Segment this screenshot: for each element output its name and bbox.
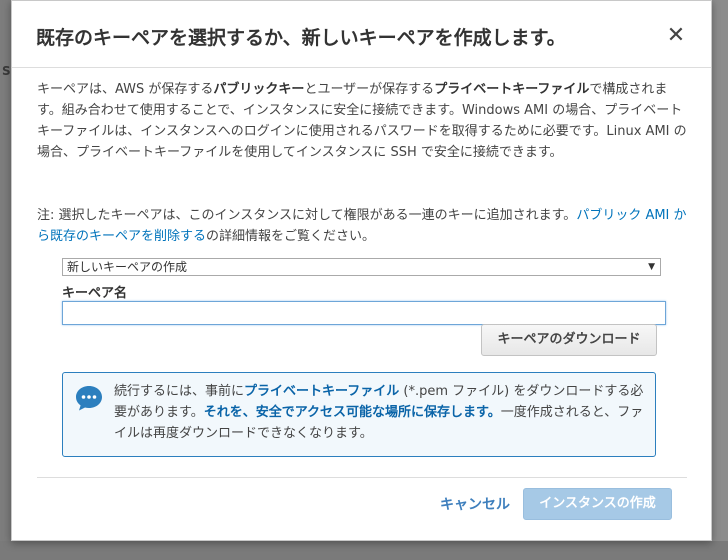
info-bold: プライベートキーファイル	[244, 384, 400, 399]
cancel-button[interactable]: キャンセル	[440, 494, 510, 514]
description-text: キーペアは、AWS が保存するパブリックキーとユーザーが保存するプライベートキー…	[37, 79, 687, 163]
footer-divider	[37, 477, 687, 478]
header-divider	[12, 67, 711, 68]
close-icon[interactable]: ✕	[663, 23, 689, 49]
chat-bubble-icon	[76, 386, 102, 411]
note-suffix: の詳細情報をご覧ください。	[206, 229, 376, 244]
info-part: 続行するには、事前に	[114, 384, 245, 399]
background-strip	[712, 0, 728, 560]
key-pair-modal: 既存のキーペアを選択するか、新しいキーペアを作成します。 ✕ キーペアは、AWS…	[11, 0, 712, 541]
description-part: キーペアは、AWS が保存する	[37, 82, 214, 97]
description-bold: プライベートキーファイル	[434, 82, 590, 97]
info-box: 続行するには、事前にプライベートキーファイル (*.pem ファイル) をダウン…	[62, 372, 656, 457]
key-name-label: キーペア名	[62, 286, 128, 301]
launch-instance-button[interactable]: インスタンスの作成	[523, 488, 672, 520]
background-fragment: S	[2, 64, 11, 78]
description-part: とユーザーが保存する	[304, 82, 435, 97]
modal-title: 既存のキーペアを選択するか、新しいキーペアを作成します。	[36, 27, 566, 49]
info-bold: それを、安全でアクセス可能な場所に保存します。	[203, 405, 501, 420]
note-prefix: 注: 選択したキーペアは、このインスタンスに対して権限がある一連のキーに追加され…	[37, 208, 577, 223]
background-strip	[0, 541, 728, 560]
key-pair-select[interactable]: 新しいキーペアの作成 ▼	[62, 258, 661, 276]
download-key-button[interactable]: キーペアのダウンロード	[481, 324, 657, 356]
key-name-input[interactable]	[62, 301, 666, 325]
description-bold: パブリックキー	[213, 82, 305, 97]
note-text: 注: 選択したキーペアは、このインスタンスに対して権限がある一連のキーに追加され…	[37, 205, 687, 247]
chevron-down-icon: ▼	[648, 262, 655, 272]
select-value: 新しいキーペアの作成	[67, 260, 188, 274]
info-text: 続行するには、事前にプライベートキーファイル (*.pem ファイル) をダウン…	[114, 381, 649, 444]
